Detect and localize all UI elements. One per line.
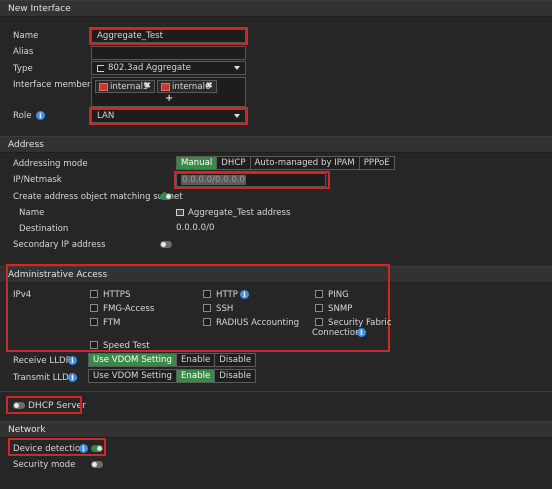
mode-dhcp[interactable]: DHCP: [216, 157, 250, 169]
mode-pppoe[interactable]: PPPoE: [358, 157, 394, 169]
role-highlight: [89, 107, 248, 125]
mode-manual[interactable]: Manual: [177, 157, 217, 169]
ssh-label: SSH: [216, 304, 234, 314]
create-object-toggle[interactable]: [160, 193, 172, 200]
member-chip-internal6: internal6 ✖: [157, 80, 217, 93]
members-label: Interface members: [13, 80, 95, 90]
object-name-value: Aggregate_Test address: [188, 208, 291, 218]
port-icon: [99, 83, 108, 91]
ssh-checkbox[interactable]: [203, 304, 211, 312]
http-checkbox[interactable]: [203, 290, 211, 298]
speed-test-label: Speed Test: [103, 341, 150, 351]
member-label: internal5: [110, 82, 149, 92]
receive-lldp-label: Receive LLDP: [13, 356, 71, 366]
create-object-label: Create address object matching subnet: [13, 192, 183, 202]
transmit-disable[interactable]: Disable: [214, 370, 256, 382]
speed-test-checkbox[interactable]: [90, 341, 98, 349]
addressing-mode-label: Addressing mode: [13, 159, 88, 169]
security-mode-toggle[interactable]: [91, 461, 103, 468]
info-icon[interactable]: i: [68, 356, 77, 365]
device-detection-highlight: [8, 438, 106, 456]
transmit-lldp-label: Transmit LLDP: [13, 373, 74, 383]
network-section-header: Network: [0, 421, 552, 438]
dialog-header: New Interface: [0, 0, 552, 17]
receive-use-vdom[interactable]: Use VDOM Setting: [89, 354, 176, 366]
https-checkbox[interactable]: [90, 290, 98, 298]
ftm-label: FTM: [103, 318, 121, 328]
address-object-icon: [176, 209, 184, 216]
add-member-icon[interactable]: +: [165, 93, 173, 104]
info-icon[interactable]: i: [68, 373, 77, 382]
transmit-use-vdom[interactable]: Use VDOM Setting: [89, 370, 176, 382]
port-icon: [161, 83, 170, 91]
fmg-access-label: FMG-Access: [103, 304, 155, 314]
security-mode-label: Security mode: [13, 460, 76, 470]
transmit-enable[interactable]: Enable: [175, 370, 215, 382]
destination-label: Destination: [19, 224, 69, 234]
ipv4-label: IPv4: [13, 290, 32, 300]
radius-accounting-checkbox[interactable]: [203, 318, 211, 326]
snmp-label: SNMP: [328, 304, 353, 314]
secondary-ip-toggle[interactable]: [160, 241, 172, 248]
member-label: internal6: [172, 82, 211, 92]
security-fabric-label-line2: Connection: [312, 328, 361, 338]
address-section-title: Address: [8, 140, 44, 150]
divider: [0, 391, 552, 392]
security-fabric-label: Security Fabric: [328, 318, 392, 328]
aggregate-icon: [97, 65, 104, 72]
ping-label: PING: [328, 290, 349, 300]
info-icon[interactable]: i: [36, 111, 45, 120]
address-section-header: Address: [0, 136, 552, 153]
receive-enable[interactable]: Enable: [175, 354, 215, 366]
secondary-ip-label: Secondary IP address: [13, 240, 106, 250]
type-select[interactable]: 802.3ad Aggregate: [91, 61, 246, 75]
alias-field[interactable]: [91, 46, 246, 60]
network-section-title: Network: [8, 425, 46, 435]
remove-icon[interactable]: ✖: [206, 81, 213, 91]
remove-icon[interactable]: ✖: [144, 81, 151, 91]
info-icon[interactable]: i: [357, 328, 366, 337]
role-label: Role: [13, 111, 32, 121]
dialog-title: New Interface: [8, 4, 71, 14]
alias-label: Alias: [13, 47, 34, 57]
transmit-lldp-selector: Use VDOM Setting Enable Disable: [88, 369, 257, 383]
members-field[interactable]: internal5 ✖ internal6 ✖ +: [91, 77, 246, 107]
name-highlight: [89, 27, 248, 45]
object-name-label: Name: [19, 208, 45, 218]
info-icon[interactable]: i: [240, 290, 249, 299]
https-label: HTTPS: [103, 290, 131, 300]
security-fabric-checkbox[interactable]: [315, 318, 323, 326]
ip-netmask-highlight: [174, 171, 330, 189]
radius-accounting-label: RADIUS Accounting: [216, 318, 300, 328]
chevron-down-icon: [234, 66, 240, 70]
ip-netmask-label: IP/Netmask: [13, 175, 62, 185]
fmg-access-checkbox[interactable]: [90, 304, 98, 312]
type-label: Type: [13, 64, 33, 74]
addressing-mode-selector: Manual DHCP Auto-managed by IPAM PPPoE: [176, 156, 395, 170]
receive-disable[interactable]: Disable: [214, 354, 256, 366]
receive-lldp-selector: Use VDOM Setting Enable Disable: [88, 353, 257, 367]
http-label: HTTP: [216, 290, 238, 300]
snmp-checkbox[interactable]: [315, 304, 323, 312]
mode-ipam[interactable]: Auto-managed by IPAM: [249, 157, 359, 169]
ftm-checkbox[interactable]: [90, 318, 98, 326]
destination-value: 0.0.0.0/0: [176, 223, 215, 233]
member-chip-internal5: internal5 ✖: [95, 80, 155, 93]
type-value: 802.3ad Aggregate: [108, 63, 191, 73]
name-label: Name: [13, 31, 39, 41]
dhcp-server-highlight: [6, 396, 82, 414]
ping-checkbox[interactable]: [315, 290, 323, 298]
